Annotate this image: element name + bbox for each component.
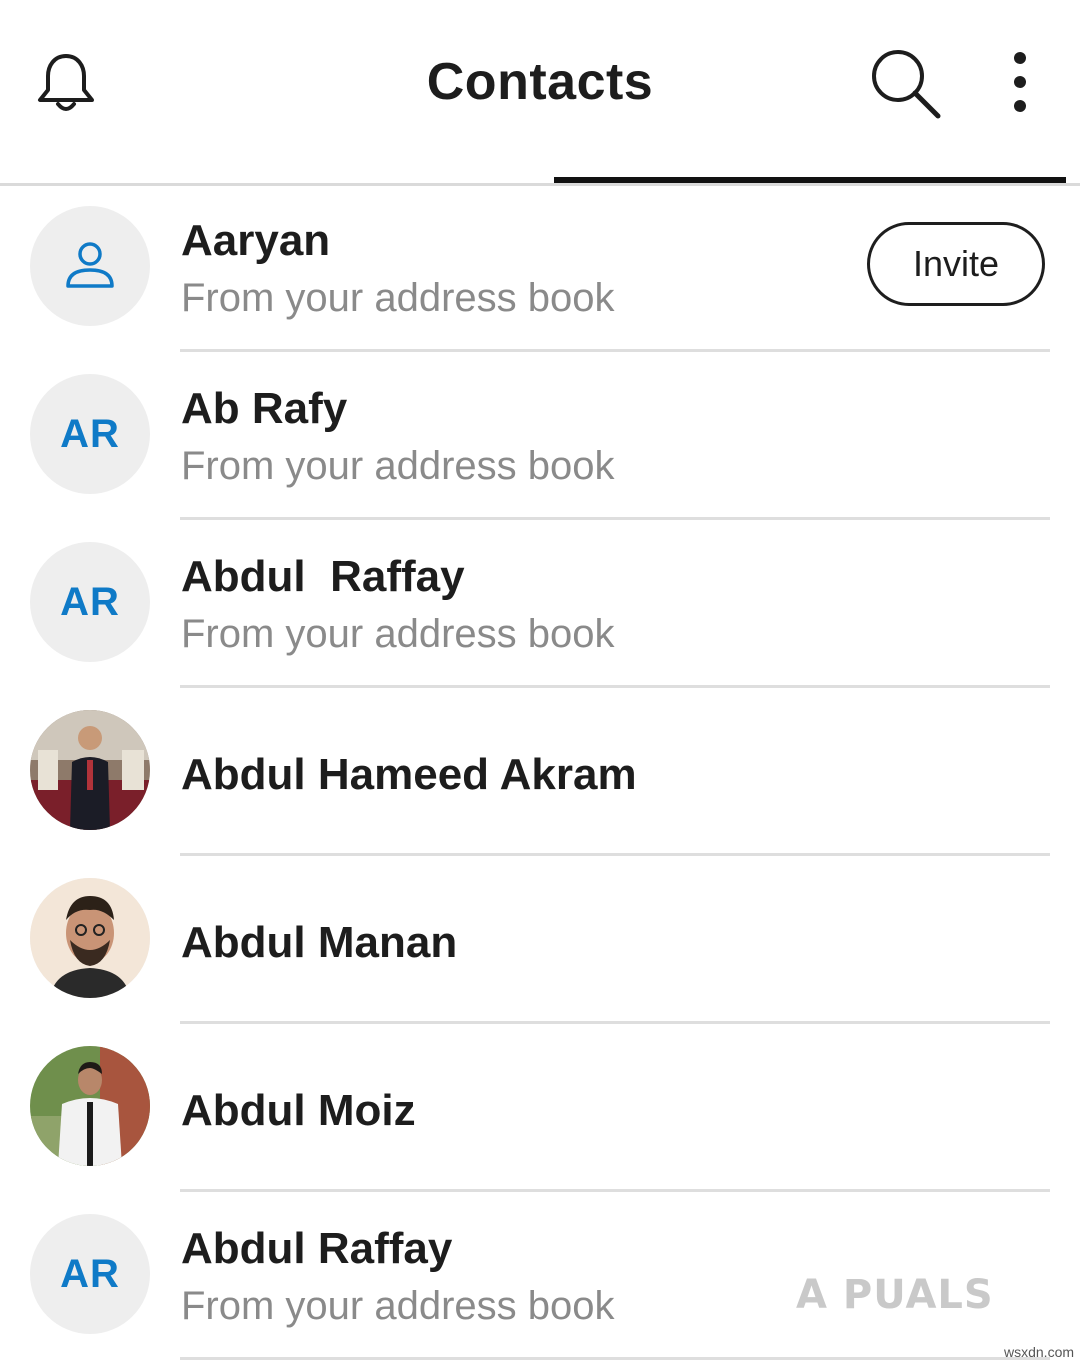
- contact-name: Abdul Moiz: [181, 1086, 416, 1135]
- contact-row[interactable]: AR Abdul Raffay From your address book: [0, 522, 1080, 690]
- person-icon: [66, 242, 114, 288]
- row-divider: [180, 517, 1050, 520]
- contact-row[interactable]: Abdul Moiz: [0, 1026, 1080, 1194]
- avatar: AR: [30, 1214, 150, 1334]
- avatar-photo: [30, 878, 150, 998]
- row-divider: [180, 349, 1050, 352]
- contact-name: Ab Rafy: [181, 384, 348, 433]
- row-divider: [180, 1021, 1050, 1024]
- search-icon[interactable]: [868, 46, 944, 122]
- avatar-photo: [30, 1046, 150, 1166]
- profile-photo: [30, 710, 150, 830]
- avatar: AR: [30, 374, 150, 494]
- contact-subtitle: From your address book: [181, 612, 615, 656]
- avatar-initials: AR: [60, 1251, 120, 1296]
- contact-row[interactable]: Aaryan From your address book Invite: [0, 186, 1080, 354]
- avatar: AR: [30, 542, 150, 662]
- contact-name: Aaryan: [181, 216, 331, 265]
- watermark: A PUALS: [796, 1272, 994, 1318]
- contact-subtitle: From your address book: [181, 1284, 615, 1328]
- row-divider: [180, 1357, 1050, 1360]
- avatar-photo: [30, 710, 150, 830]
- avatar-initials: AR: [60, 579, 120, 624]
- profile-photo: [30, 1046, 150, 1166]
- site-credit: wsxdn.com: [1004, 1344, 1075, 1360]
- profile-photo: [30, 878, 150, 998]
- contact-name: Abdul Raffay: [181, 552, 465, 601]
- contact-row[interactable]: AR Ab Rafy From your address book: [0, 354, 1080, 522]
- row-divider: [180, 853, 1050, 856]
- more-vertical-icon[interactable]: [1004, 48, 1036, 120]
- contact-subtitle: From your address book: [181, 276, 615, 320]
- contact-row[interactable]: Abdul Manan: [0, 858, 1080, 1026]
- app-header: Contacts: [0, 0, 1080, 186]
- avatar: [30, 206, 150, 326]
- contact-name: Abdul Manan: [181, 918, 458, 967]
- contact-name: Abdul Raffay: [181, 1224, 453, 1273]
- invite-button[interactable]: Invite: [867, 222, 1045, 306]
- row-divider: [180, 685, 1050, 688]
- contact-subtitle: From your address book: [181, 444, 615, 488]
- contact-name: Abdul Hameed Akram: [181, 750, 637, 799]
- contact-row[interactable]: Abdul Hameed Akram: [0, 690, 1080, 858]
- avatar-initials: AR: [60, 411, 120, 456]
- row-divider: [180, 1189, 1050, 1192]
